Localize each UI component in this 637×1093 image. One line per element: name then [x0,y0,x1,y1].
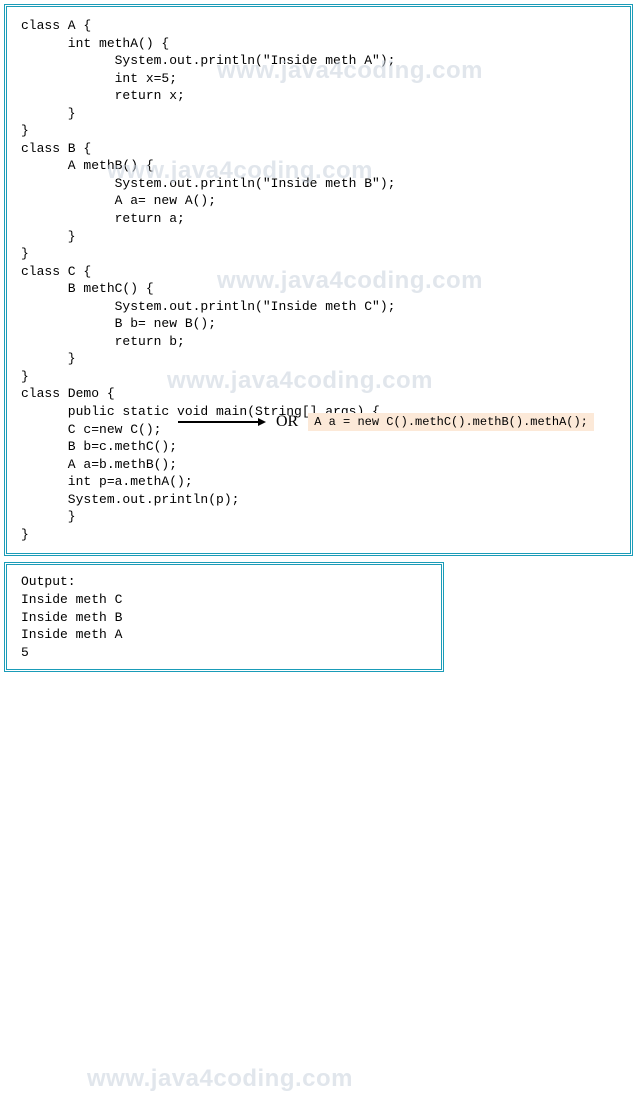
code-line: class A { [21,18,91,33]
code-line: System.out.println("Inside meth B"); [21,176,395,191]
code-line: System.out.println("Inside meth C"); [21,299,395,314]
arrow-head-icon [258,418,266,426]
code-line: } [21,123,29,138]
code-line: } [21,369,29,384]
code-line: C c=new C(); [21,422,161,437]
code-line: class Demo { [21,386,115,401]
code-line: class C { [21,264,91,279]
or-label: OR [276,413,298,431]
code-line: int x=5; [21,71,177,86]
code-line: System.out.println(p); [21,492,239,507]
arrow-annotation: OR A a = new C().methC().methB().methA()… [178,413,594,431]
code-line: } [21,351,76,366]
code-line: } [21,246,29,261]
watermark: www.java4coding.com [87,1065,353,1093]
code-line: } [21,527,29,542]
alternative-code: A a = new C().methC().methB().methA(); [308,413,594,431]
code-line: B b=c.methC(); [21,439,177,454]
code-line: return x; [21,88,185,103]
output-line: Output: [21,574,76,589]
code-line: int p=a.methA(); [21,474,193,489]
code-content: class A { int methA() { System.out.print… [21,17,616,543]
output-content: Output: Inside meth C Inside meth B Insi… [21,573,427,661]
code-line: A a=b.methB(); [21,457,177,472]
output-block: www.java4coding.com Output: Inside meth … [4,562,444,672]
code-line: A a= new A(); [21,193,216,208]
code-line: } [21,106,76,121]
code-block: www.java4coding.com www.java4coding.com … [4,4,633,556]
code-line: return a; [21,211,185,226]
code-line: int methA() { [21,36,169,51]
code-line: System.out.println("Inside meth A"); [21,53,395,68]
output-line: 5 [21,645,29,660]
output-line: Inside meth A [21,627,122,642]
code-line: } [21,509,76,524]
code-line: class B { [21,141,91,156]
code-line: return b; [21,334,185,349]
code-line: } [21,229,76,244]
code-line: B b= new B(); [21,316,216,331]
code-line: A methB() { [21,158,154,173]
output-line: Inside meth B [21,610,122,625]
code-line: B methC() { [21,281,154,296]
arrow-shaft [178,421,258,423]
output-line: Inside meth C [21,592,122,607]
